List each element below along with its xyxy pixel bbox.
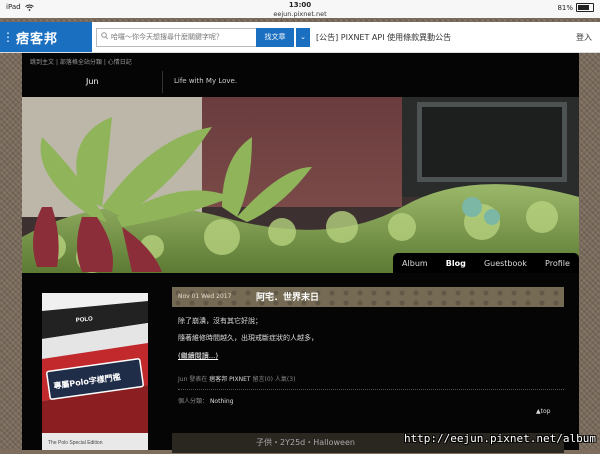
search-input[interactable] — [111, 29, 251, 44]
tab-guestbook[interactable]: Guestbook — [484, 259, 527, 268]
blog-container: 跳到主文 | 部落格全站分類 | 心情日記 Jun Life with My L… — [22, 53, 579, 453]
nav-mood-diary[interactable]: 心情日記 — [108, 59, 132, 66]
post-date: Nov 01 Wed 2017 — [178, 293, 232, 300]
post-title[interactable]: 阿宅．世界末日 — [256, 290, 319, 303]
next-post-title[interactable]: 子供・2Y25d・Halloween — [256, 437, 355, 448]
views-count: 人氣(3) — [274, 376, 296, 383]
post-author: Jun 發表在 — [178, 376, 208, 383]
header-divider — [162, 71, 163, 93]
menu-icon[interactable]: ⋮ — [0, 30, 16, 44]
clock: 13:00 — [288, 1, 312, 9]
album-watermark: http://eejun.pixnet.net/album — [403, 432, 596, 445]
header-banner-image — [22, 97, 579, 273]
ad-subtext: The Polo Special Edition — [48, 440, 103, 446]
post-paragraph: 除了崩潰，沒有其它好說； — [178, 317, 262, 325]
search-type-dropdown[interactable]: ⌄ — [296, 28, 310, 47]
login-link[interactable]: 登入 — [576, 32, 592, 43]
blog-header: Jun Life with My Love. — [22, 71, 579, 97]
blog-tabs: Album Blog Guestbook Profile — [393, 253, 579, 273]
post-category: 個人分類： Nothing — [178, 396, 234, 405]
blog-nav: 跳到主文 | 部落格全站分類 | 心情日記 — [30, 59, 132, 66]
battery-level-fill — [578, 5, 590, 10]
announcement-link[interactable]: [公告] PIXNET API 使用條款異動公告 — [316, 32, 451, 43]
blog-post: Nov 01 Wed 2017 阿宅．世界末日 除了崩潰，沒有其它好說； 隨著維… — [172, 287, 564, 415]
search-button[interactable]: 找文章 — [256, 28, 294, 47]
logo-text: 痞客邦 — [16, 31, 59, 47]
polo-ad-image: POLO 專屬Polo字樣門檻 The Polo Special Edition — [42, 293, 148, 450]
read-more-link[interactable]: (繼續閱讀...) — [178, 351, 218, 361]
status-bar: iPad 13:00 eejun.pixnet.net 81% — [0, 0, 600, 18]
post-paragraph: 隨著維修時間越久，出現戒斷症狀的人越多， — [178, 334, 318, 342]
tab-album[interactable]: Album — [402, 259, 428, 268]
post-meta: Jun 發表在 痞客邦 PIXNET 留言(0) 人氣(3) — [178, 374, 295, 383]
comments-link[interactable]: 留言(0) — [253, 376, 274, 383]
tab-profile[interactable]: Profile — [545, 259, 570, 268]
address-url[interactable]: eejun.pixnet.net — [0, 10, 600, 18]
pixnet-logo[interactable]: ⋮ 痞客邦 — [0, 22, 92, 52]
blog-name[interactable]: Jun — [86, 77, 99, 86]
blog-description: Life with My Love. — [174, 77, 238, 85]
succulent-photo — [22, 97, 579, 273]
sidebar-ad-banner[interactable]: POLO 專屬Polo字樣門檻 The Polo Special Edition — [42, 293, 148, 450]
battery-icon — [576, 3, 594, 12]
search-box[interactable] — [96, 28, 258, 47]
category-link[interactable]: Nothing — [210, 398, 234, 405]
post-divider — [178, 389, 564, 391]
search-icon — [101, 32, 108, 40]
category-label: 個人分類： — [178, 398, 209, 405]
battery-percent: 81% — [557, 3, 573, 12]
pixnet-link[interactable]: 痞客邦 PIXNET — [209, 376, 250, 383]
nav-skip-to-content[interactable]: 跳到主文 — [30, 59, 54, 66]
post-header: Nov 01 Wed 2017 阿宅．世界末日 — [172, 287, 564, 307]
pixnet-toolbar: ⋮ 痞客邦 找文章 ⌄ [公告] PIXNET API 使用條款異動公告 登入 — [0, 22, 600, 53]
back-to-top-link[interactable]: ▲top — [536, 408, 550, 415]
nav-site-categories[interactable]: 部落格全站分類 — [60, 59, 102, 66]
tab-blog[interactable]: Blog — [446, 259, 466, 268]
chevron-down-icon: ⌄ — [300, 33, 306, 41]
